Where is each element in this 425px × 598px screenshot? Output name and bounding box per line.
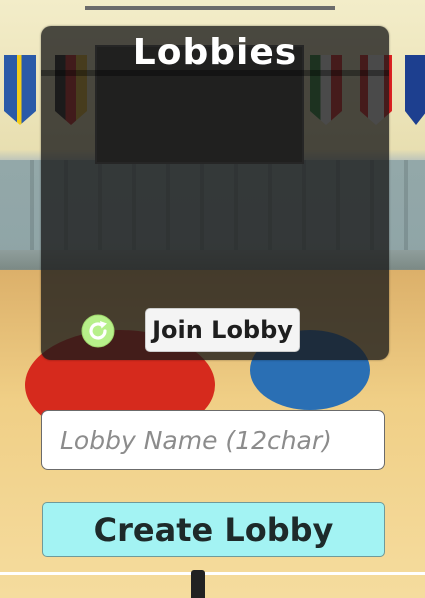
ceiling-rafter xyxy=(85,6,335,10)
refresh-icon xyxy=(81,314,115,348)
player-figure xyxy=(191,570,205,598)
sweden-flag-banner xyxy=(4,55,36,125)
join-lobby-label: Join Lobby xyxy=(152,316,293,344)
uk-flag-banner xyxy=(405,55,425,125)
lobby-name-input[interactable] xyxy=(41,410,385,470)
create-lobby-button[interactable]: Create Lobby xyxy=(42,502,385,557)
court-line xyxy=(0,572,425,575)
join-lobby-button[interactable]: Join Lobby xyxy=(145,308,300,352)
refresh-button[interactable] xyxy=(80,314,116,348)
create-lobby-label: Create Lobby xyxy=(93,510,334,549)
panel-title: Lobbies xyxy=(132,32,298,73)
